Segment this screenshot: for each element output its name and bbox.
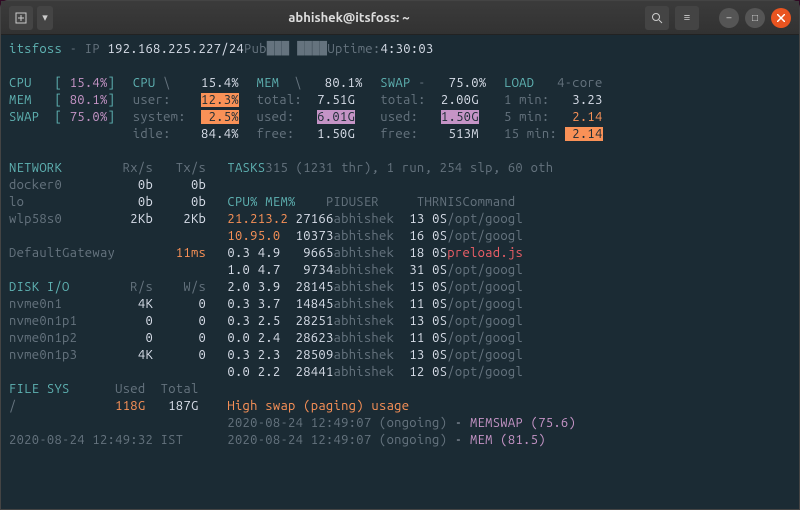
search-button[interactable]	[645, 6, 669, 30]
terminal-line: 10.9 5.0 10373 abhishek 16 0 S /opt/goog…	[9, 228, 791, 245]
maximize-button[interactable]: □	[745, 8, 765, 28]
terminal-line: DefaultGateway 11ms0.3 4.9 9665 abhishek…	[9, 245, 791, 262]
terminal-line	[9, 143, 791, 160]
terminal-line: CPU [ 15.4%]CPU \ 15.4%MEM \ 80.1%SWAP -…	[9, 75, 791, 92]
new-tab-button[interactable]	[9, 6, 33, 30]
terminal-line: 0.0 2.2 28441 abhishek 12 0 S /opt/googl	[9, 364, 791, 381]
terminal-line: 2020-08-24 12:49:32 IST2020-08-24 12:49:…	[9, 432, 791, 449]
terminal-line: MEM [ 80.1%]user: 12.3%total: 7.51Gtotal…	[9, 92, 791, 109]
terminal-line: FILE SYS Used Total	[9, 381, 791, 398]
terminal-line	[9, 58, 791, 75]
menu-button[interactable]: ≡	[675, 6, 699, 30]
close-button[interactable]	[771, 8, 791, 28]
window-title: abhishek@itsfoss: ~	[53, 11, 645, 25]
terminal-line: 1.0 4.7 9734 abhishek 31 0 S /opt/googl	[9, 262, 791, 279]
terminal-line: / 118G 187GHigh swap (paging) usage	[9, 398, 791, 415]
terminal-line: SWAP [ 75.0%]system: 2.5%used: 6.01Gused…	[9, 109, 791, 126]
terminal-line: nvme0n1p3 4K 00.3 2.3 28509 abhishek 13 …	[9, 347, 791, 364]
tab-dropdown-button[interactable]: ▾	[37, 6, 53, 30]
terminal-line: docker0 0b 0b	[9, 177, 791, 194]
terminal-line: DISK I/O R/s W/s2.0 3.9 28145 abhishek 1…	[9, 279, 791, 296]
minimize-button[interactable]: –	[719, 8, 739, 28]
terminal-output[interactable]: itsfoss - IP 192.168.225.227/24 Pub ███ …	[1, 35, 799, 509]
terminal-line: nvme0n1p2 0 00.0 2.4 28623 abhishek 11 0…	[9, 330, 791, 347]
terminal-line: idle: 84.4%free: 1.50Gfree: 513M15 min: …	[9, 126, 791, 143]
terminal-line: NETWORK Rx/s Tx/sTASKS 315 (1231 thr), 1…	[9, 160, 791, 177]
terminal-line: wlp58s0 2Kb 2Kb21.2 13.2 27166 abhishek …	[9, 211, 791, 228]
window-titlebar: ▾ abhishek@itsfoss: ~ ≡ – □	[1, 1, 799, 35]
terminal-line: nvme0n1 4K 00.3 3.7 14845 abhishek 11 0 …	[9, 296, 791, 313]
terminal-line: nvme0n1p1 0 00.3 2.5 28251 abhishek 13 0…	[9, 313, 791, 330]
terminal-line: itsfoss - IP 192.168.225.227/24 Pub ███ …	[9, 41, 791, 58]
terminal-line: 2020-08-24 12:49:07 (ongoing) - MEMSWAP …	[9, 415, 791, 432]
terminal-line: lo 0b 0bCPU% MEM% PID USER THR NI S Comm…	[9, 194, 791, 211]
